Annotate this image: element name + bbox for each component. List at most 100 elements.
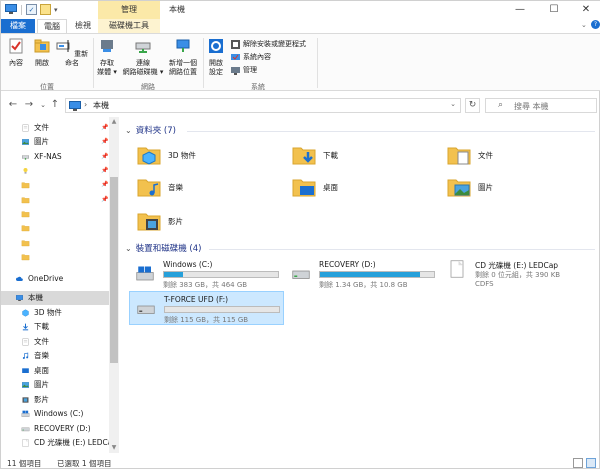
scrollbar-thumb[interactable] — [110, 177, 118, 363]
open-settings-label-2: 設定 — [209, 68, 223, 76]
open-settings-button[interactable]: 開啟 設定 — [205, 38, 227, 77]
nav-item[interactable]: 📌 — [1, 178, 109, 192]
properties-button[interactable]: 內容 — [5, 38, 27, 68]
qat-customize-icon[interactable]: ▾ — [54, 6, 58, 14]
nav-item-label: 下載 — [34, 322, 49, 331]
up-arrow-icon[interactable]: ↑ — [49, 99, 61, 111]
add-location-label-2: 網路位置 — [169, 68, 197, 76]
scroll-down-icon[interactable]: ▼ — [109, 443, 119, 453]
map-network-drive-button[interactable]: 連線 網路磁碟機 ▾ — [121, 38, 165, 77]
nav-item[interactable]: 影片 — [1, 393, 109, 407]
nav-item[interactable] — [1, 250, 109, 264]
close-button[interactable]: ✕ — [571, 1, 600, 19]
breadcrumb-location[interactable]: 本機 — [93, 100, 109, 111]
large-icons-view-button[interactable] — [586, 458, 596, 468]
folder-label: 文件 — [478, 151, 493, 160]
network-location-icon — [176, 39, 190, 52]
nav-item[interactable]: 文件 📌 — [1, 121, 109, 135]
nav-item[interactable]: CD 光碟機 (E:) LEDCap — [1, 436, 109, 450]
nav-item[interactable]: 桌面 — [1, 364, 109, 378]
back-arrow-icon[interactable]: ← — [7, 99, 19, 111]
cloud-icon — [15, 276, 23, 281]
properties-icon[interactable]: ✓ — [26, 4, 37, 15]
nav-item[interactable]: 3D 物件 — [1, 306, 109, 320]
forward-arrow-icon[interactable]: → — [23, 99, 35, 111]
folder-item[interactable]: 文件 — [447, 143, 587, 169]
address-bar[interactable]: › 本機 ⌄ — [65, 98, 461, 113]
address-dropdown-icon[interactable]: ⌄ — [450, 100, 456, 108]
open-button[interactable]: 開啟 — [31, 38, 53, 68]
maximize-button[interactable]: ☐ — [539, 1, 569, 19]
pin-icon[interactable]: 📌 — [101, 164, 108, 178]
scroll-up-icon[interactable]: ▲ — [109, 117, 119, 127]
add-network-location-button[interactable]: 新增一個 網路位置 — [165, 38, 201, 77]
nav-item[interactable]: 下載 — [1, 320, 109, 334]
drive-usage-fill — [320, 272, 421, 277]
nav-item[interactable] — [1, 236, 109, 250]
manage-button[interactable]: 管理 — [231, 65, 257, 76]
folder-item[interactable]: 桌面 — [292, 175, 432, 201]
rename-button[interactable]: 重新命名 — [55, 38, 89, 68]
folders-section-header[interactable]: ⌄ 資料夾 (7) — [125, 124, 176, 137]
nav-item[interactable]: 📌 — [1, 164, 109, 178]
nav-item[interactable]: 圖片 📌 — [1, 135, 109, 149]
search-box[interactable]: ⌕ 搜尋 本機 — [485, 98, 597, 113]
drive-name: Windows (C:) — [163, 260, 213, 269]
minimize-button[interactable]: — — [505, 1, 535, 19]
3d-objects-icon — [22, 309, 29, 317]
folder-item[interactable]: 圖片 — [447, 175, 587, 201]
breadcrumb-separator[interactable]: › — [84, 100, 87, 109]
drive-item[interactable]: CD 光碟機 (E:) LEDCap 剩餘 0 位元組，共 390 KB CDFS — [441, 257, 596, 291]
system-properties-button[interactable]: 系統內容 — [231, 52, 271, 63]
nav-item[interactable]: Windows (C:) — [1, 407, 109, 421]
tab-file[interactable]: 檔案 — [1, 19, 35, 33]
tab-view[interactable]: 檢視 — [69, 19, 97, 33]
nav-item[interactable]: 文件 — [1, 335, 109, 349]
pin-icon[interactable]: 📌 — [101, 121, 108, 135]
nav-pane-scrollbar[interactable]: ▲ ▼ — [109, 117, 119, 453]
drive-item[interactable]: Windows (C:) 剩餘 383 GB，共 464 GB — [129, 257, 284, 291]
nav-item[interactable] — [1, 207, 109, 221]
nav-item[interactable]: 圖片 — [1, 378, 109, 392]
drive-space-info: 剩餘 1.34 GB，共 10.8 GB — [319, 281, 408, 289]
drive-item[interactable]: T-FORCE UFD (F:) 剩餘 115 GB，共 115 GB — [129, 291, 284, 325]
nav-item[interactable]: 音樂 — [1, 349, 109, 363]
nav-item[interactable]: XF-NAS 📌 — [1, 150, 109, 164]
nav-item[interactable]: OneDrive — [1, 272, 109, 286]
pin-icon[interactable]: 📌 — [101, 135, 108, 149]
folder-item[interactable]: 下載 — [292, 143, 432, 169]
help-icon[interactable]: ? — [591, 20, 600, 29]
details-view-button[interactable] — [573, 458, 583, 468]
drive-item[interactable]: RECOVERY (D:) 剩餘 1.34 GB，共 10.8 GB — [285, 257, 440, 291]
open-folder-icon — [34, 39, 50, 53]
collapse-chevron-icon[interactable]: ⌄ — [125, 126, 132, 135]
refresh-button[interactable]: ↻ — [465, 98, 480, 113]
pin-icon[interactable]: 📌 — [101, 193, 108, 207]
system-properties-label: 系統內容 — [243, 53, 271, 61]
navigation-bar: ← → ⌄ ↑ › 本機 ⌄ ↻ ⌕ 搜尋 本機 — [1, 95, 600, 115]
navigation-pane: 文件 📌 圖片 📌 XF-NAS 📌 📌 📌 📌 OneDrive 本機 3D 物件 下載 文件 音樂 桌面圖… — [1, 117, 119, 453]
uninstall-button[interactable]: 解除安裝或變更程式 — [231, 39, 306, 50]
pin-icon[interactable]: 📌 — [101, 178, 108, 192]
folder-item[interactable]: 3D 物件 — [137, 143, 277, 169]
map-drive-label-1: 連線 — [136, 59, 150, 67]
nav-item[interactable]: 本機 — [1, 291, 109, 305]
system-group-label: 系統 — [251, 83, 265, 91]
nav-item[interactable]: RECOVERY (D:) — [1, 422, 109, 436]
tab-drive-tools[interactable]: 磁碟機工具 — [98, 19, 160, 33]
folder-item[interactable]: 音樂 — [137, 175, 277, 201]
nav-item[interactable] — [1, 221, 109, 235]
collapse-chevron-icon[interactable]: ⌄ — [125, 244, 132, 253]
folder-item[interactable]: 影片 — [137, 209, 277, 235]
access-media-button[interactable]: 存取 媒體 ▾ — [95, 38, 119, 77]
pin-icon[interactable]: 📌 — [101, 150, 108, 164]
ribbon-expand-icon[interactable]: ⌄ — [581, 21, 587, 29]
devices-section-header[interactable]: ⌄ 裝置和磁碟機 (4) — [125, 242, 201, 255]
open-label: 開啟 — [35, 59, 49, 67]
recent-locations-icon[interactable]: ⌄ — [37, 99, 49, 111]
tab-computer[interactable]: 電腦 — [37, 19, 67, 34]
nav-item[interactable]: 📌 — [1, 193, 109, 207]
new-folder-icon[interactable] — [40, 4, 51, 15]
desktop-icon — [22, 368, 29, 373]
nav-item-label: OneDrive — [28, 274, 64, 283]
